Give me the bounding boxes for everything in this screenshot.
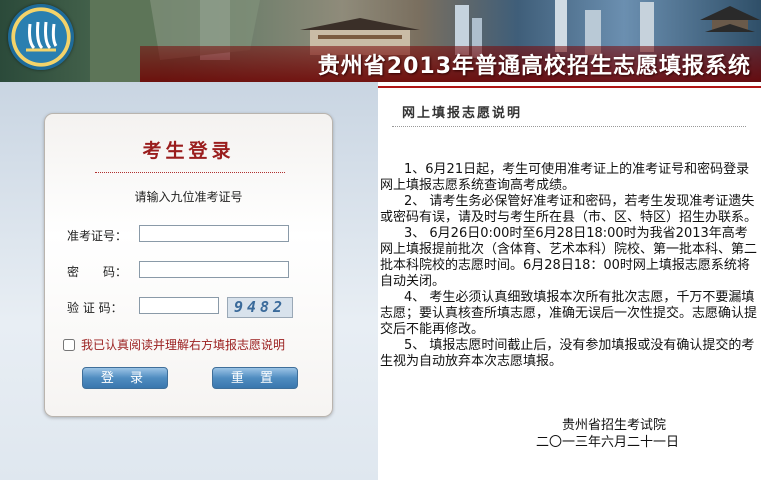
captcha-label: 验 证 码： xyxy=(67,301,123,315)
notice-title: 网上填报志愿说明 xyxy=(402,106,523,121)
notice-paragraph-2: 2、 请考生务必保管好准考证和密码，若考生发现准考证遗失或密码有误，请及时与考生… xyxy=(380,194,758,225)
notice-paragraph-5: 5、 填报志愿时间截止后，没有参加填报或没有确认提交的考生视为自动放弃本次志愿填… xyxy=(380,338,755,369)
captcha-input[interactable] xyxy=(139,297,219,314)
exam-id-input[interactable] xyxy=(139,225,289,242)
login-button[interactable]: 登 录 xyxy=(82,367,168,389)
notice-top-rule xyxy=(378,86,761,88)
agree-checkbox[interactable] xyxy=(63,339,75,351)
header-banner: 贵州省2013年普通高校招生志愿填报系统 xyxy=(0,0,761,82)
system-title: 贵州省2013年普通高校招生志愿填报系统 xyxy=(317,54,751,79)
login-hint: 请输入九位准考证号 xyxy=(134,190,243,204)
logo-icon xyxy=(8,4,74,70)
exam-id-label: 准考证号： xyxy=(67,229,128,243)
password-input[interactable] xyxy=(139,261,289,278)
notice-paragraph-1: 1、6月21日起，考生可使用准考证上的准考证号和密码登录网上填报志愿系统查询高考… xyxy=(380,162,750,193)
notice-paragraph-4: 4、 考生必须认真细致填报本次所有批次志愿，千万不要漏填志愿；要认真核查所填志愿… xyxy=(380,290,758,337)
agree-label: 我已认真阅读并理解右方填报志愿说明 xyxy=(81,338,286,352)
login-panel: 考生登录 请输入九位准考证号 准考证号： 密 码： 验 证 码： 9482 我已… xyxy=(44,113,333,417)
password-label: 密 码： xyxy=(67,265,128,279)
notice-paragraph-3: 3、 6月26日0:00时至6月28日18:00时为我省2013年高考网上填报提… xyxy=(380,226,758,289)
notice-signature-date: 二〇一三年六月二十一日 xyxy=(536,435,680,450)
login-divider xyxy=(95,172,285,173)
notice-body: 1、6月21日起，考生可使用准考证上的准考证号和密码登录网上填报志愿系统查询高考… xyxy=(380,162,760,370)
login-title: 考生登录 xyxy=(142,140,235,162)
captcha-image[interactable]: 9482 xyxy=(227,297,293,318)
notice-title-underline xyxy=(392,126,746,127)
agree-checkbox-row[interactable]: 我已认真阅读并理解右方填报志愿说明 xyxy=(63,336,285,353)
reset-button[interactable]: 重 置 xyxy=(212,367,298,389)
notice-panel: 网上填报志愿说明 1、6月21日起，考生可使用准考证上的准考证号和密码登录网上填… xyxy=(378,82,761,480)
